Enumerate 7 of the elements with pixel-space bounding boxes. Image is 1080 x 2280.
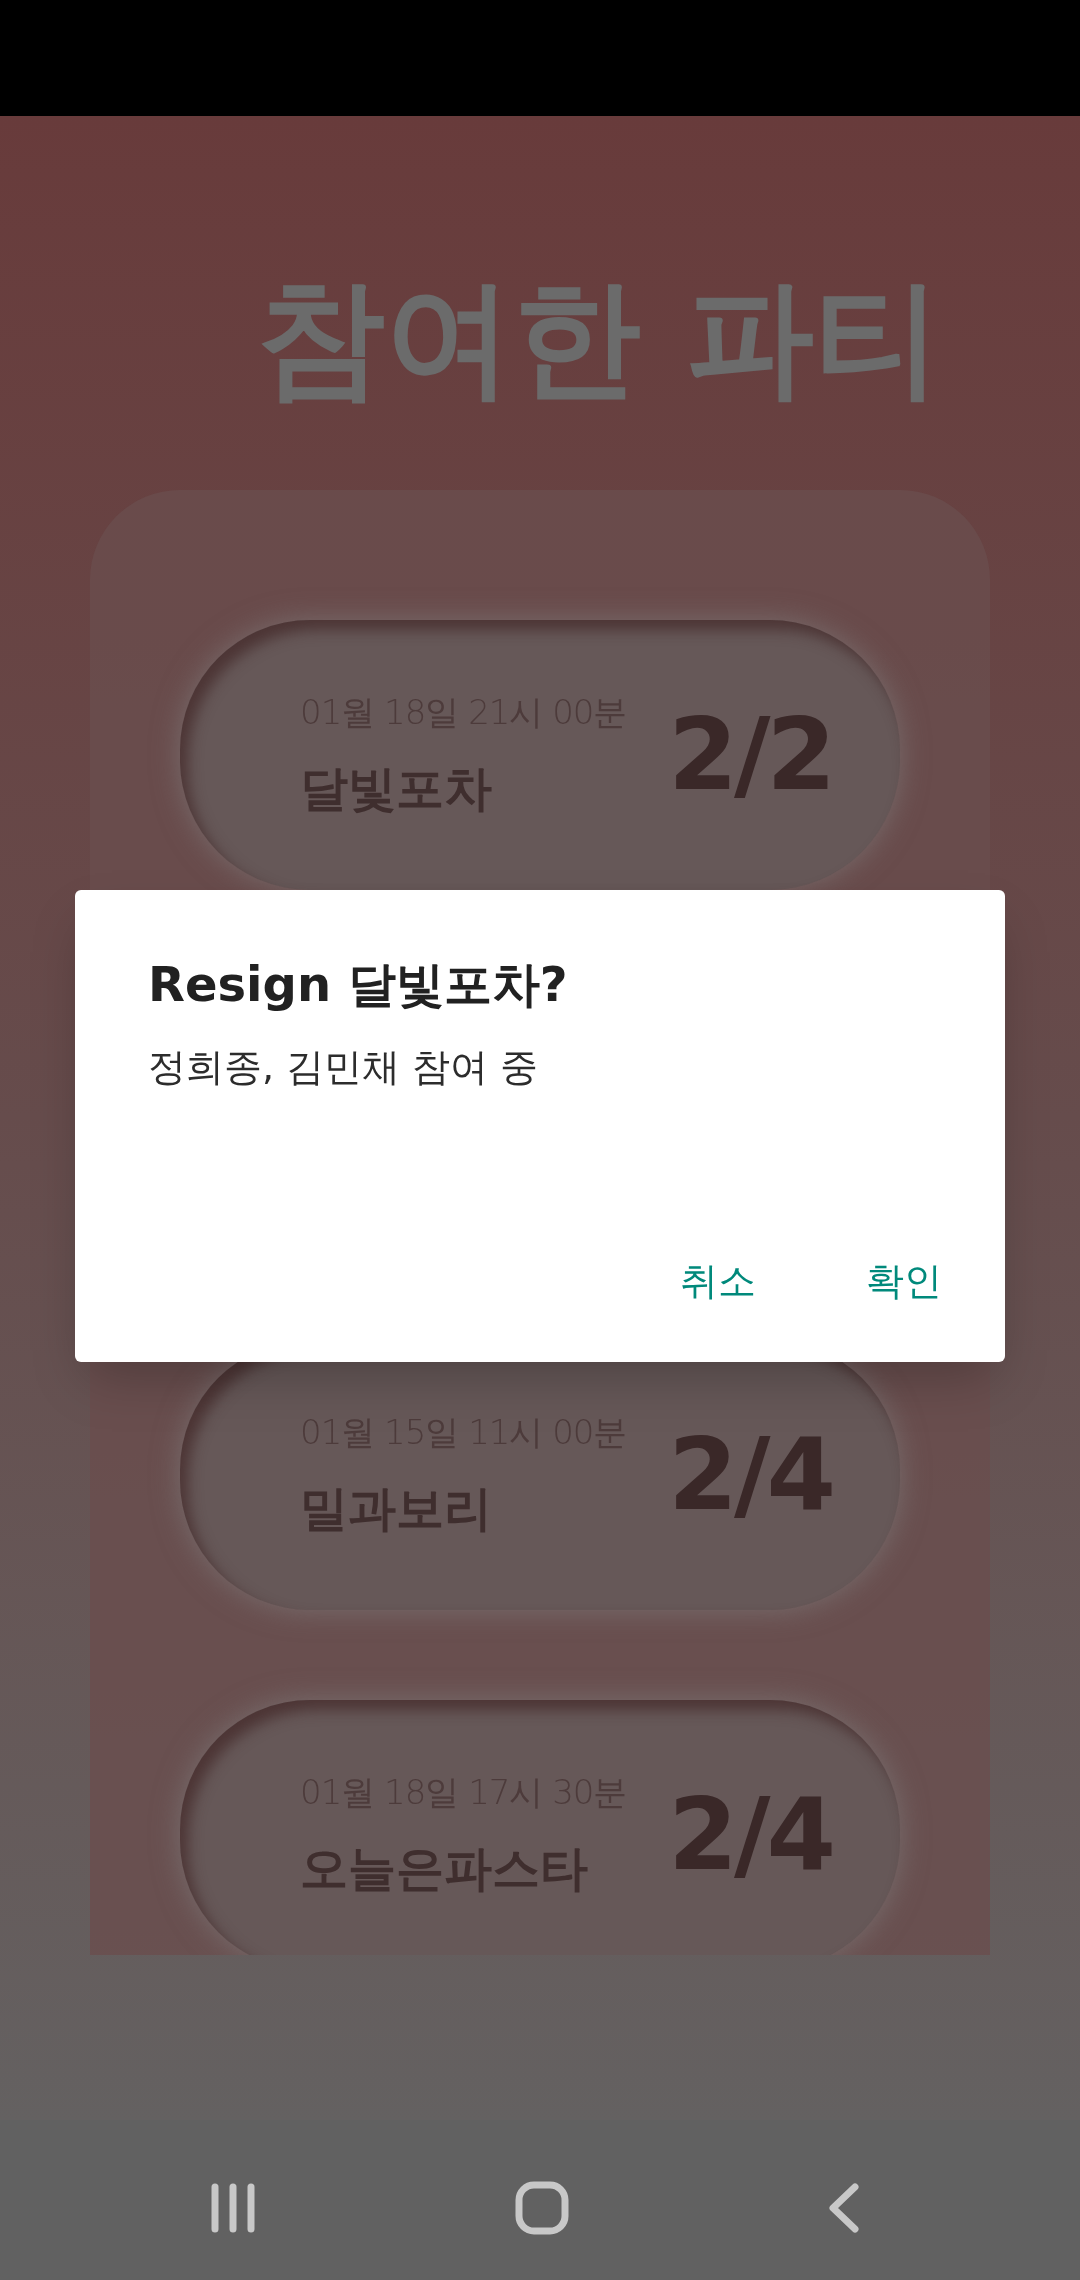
home-icon[interactable] bbox=[515, 2181, 569, 2235]
dialog-button[interactable]: 확인 bbox=[836, 1241, 972, 1322]
back-icon[interactable] bbox=[828, 2182, 860, 2234]
dialog-button[interactable]: 취소 bbox=[650, 1241, 786, 1322]
dialog-message: 정희종, 김민채 참여 중 bbox=[148, 1044, 539, 1091]
recent-apps-icon[interactable] bbox=[210, 2182, 256, 2234]
dialog-title: Resign 달빛포차? bbox=[148, 955, 568, 1014]
